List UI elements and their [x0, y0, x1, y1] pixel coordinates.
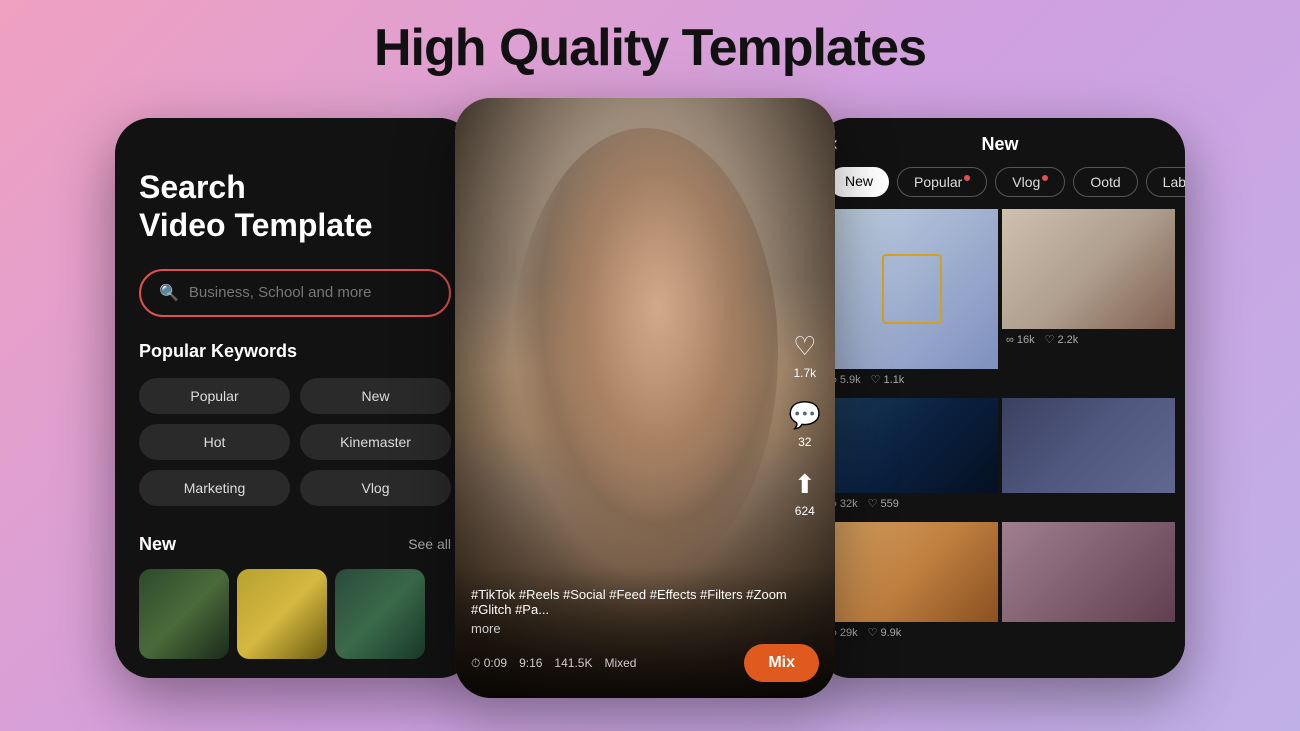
share-icon: ⬆ [794, 469, 816, 500]
content-grid: ∞ 5.9k ♡ 1.1k ∞ [815, 209, 1185, 647]
search-icon: 🔍 [159, 283, 179, 303]
new-section-header: New See all [139, 534, 451, 555]
phones-container: SearchVideo Template 🔍 Business, School … [0, 98, 1300, 698]
keyword-popular[interactable]: Popular [139, 378, 290, 414]
search-title: SearchVideo Template [139, 168, 451, 245]
likes-count-1: 1.1k [884, 374, 905, 386]
phone-video: ♡ 1.7k 💬 32 ⬆ 624 #TikTok #Reels #Social… [455, 98, 835, 698]
tab-new[interactable]: New [829, 167, 889, 197]
heart-icon-s5: ♡ [868, 626, 878, 639]
video-type: Mixed [604, 656, 636, 670]
views-count-1: 5.9k [840, 374, 861, 386]
thumbnail-1[interactable] [139, 569, 229, 659]
like-action[interactable]: ♡ 1.7k [793, 331, 816, 380]
thumbnail-2[interactable] [237, 569, 327, 659]
tab-ootd[interactable]: Ootd [1073, 167, 1137, 197]
views-count-2: 16k [1017, 334, 1035, 346]
video-info: ⏱ 0:09 9:16 141.5K Mixed [471, 656, 636, 671]
tab-popular[interactable]: Popular [897, 167, 987, 197]
video-bottom-info: #TikTok #Reels #Social #Feed #Effects #F… [455, 567, 835, 698]
phone3-header: ‹ New [815, 118, 1185, 167]
share-count: 624 [795, 504, 815, 518]
loop-icon-2: ∞ [1006, 334, 1014, 346]
comment-icon: 💬 [789, 400, 821, 431]
see-all-link[interactable]: See all [408, 536, 451, 552]
popular-keywords-title: Popular Keywords [139, 341, 451, 362]
video-meta: ⏱ 0:09 9:16 141.5K Mixed Mix [471, 644, 819, 682]
video-tags: #TikTok #Reels #Social #Feed #Effects #F… [471, 587, 819, 617]
keyword-grid: Popular New Hot Kinemaster Marketing Vlo… [139, 378, 451, 506]
mix-button[interactable]: Mix [744, 644, 819, 682]
video-resolution: 9:16 [519, 656, 542, 670]
video-duration: ⏱ 0:09 [471, 656, 507, 671]
views-count-3: 32k [840, 498, 858, 510]
keyword-kinemaster[interactable]: Kinemaster [300, 424, 451, 460]
grid-stats-1: ∞ 5.9k ♡ 1.1k [825, 369, 998, 394]
grid-item-2[interactable]: ∞ 16k ♡ 2.2k [1002, 209, 1175, 394]
views-count-5: 29k [840, 627, 858, 639]
grid-item-4[interactable] [1002, 398, 1175, 518]
page-title: High Quality Templates [374, 18, 926, 78]
keyword-new[interactable]: New [300, 378, 451, 414]
grid-item-6[interactable] [1002, 522, 1175, 647]
video-more[interactable]: more [471, 621, 819, 636]
phone-grid: ‹ New New Popular Vlog Ootd Lab [815, 118, 1185, 678]
filter-tabs: New Popular Vlog Ootd Lab [815, 167, 1185, 209]
grid-item-5[interactable]: ∞ 29k ♡ 9.9k [825, 522, 998, 647]
tab-lab[interactable]: Lab [1146, 167, 1185, 197]
grid-item-1[interactable]: ∞ 5.9k ♡ 1.1k [825, 209, 998, 394]
header-title: New [981, 134, 1018, 155]
heart-icon-s2: ♡ [1045, 333, 1055, 346]
search-placeholder-text: Business, School and more [189, 284, 372, 301]
tab-vlog[interactable]: Vlog [995, 167, 1065, 197]
video-views: 141.5K [554, 656, 592, 670]
video-actions: ♡ 1.7k 💬 32 ⬆ 624 [789, 331, 821, 518]
grid-stats-5: ∞ 29k ♡ 9.9k [825, 622, 998, 647]
keyword-hot[interactable]: Hot [139, 424, 290, 460]
heart-icon-s1: ♡ [871, 373, 881, 386]
share-action[interactable]: ⬆ 624 [794, 469, 816, 518]
grid-stats-2: ∞ 16k ♡ 2.2k [1002, 329, 1175, 354]
heart-icon: ♡ [793, 331, 816, 362]
new-section-title: New [139, 534, 176, 555]
keyword-marketing[interactable]: Marketing [139, 470, 290, 506]
heart-icon-s3: ♡ [868, 497, 878, 510]
likes-count-2: 2.2k [1057, 334, 1078, 346]
face-frame-icon [882, 254, 942, 324]
phone-search: SearchVideo Template 🔍 Business, School … [115, 118, 475, 678]
new-thumbnails-row [139, 569, 451, 659]
comment-count: 32 [798, 435, 811, 449]
search-bar[interactable]: 🔍 Business, School and more [139, 269, 451, 317]
grid-item-3[interactable]: ∞ 32k ♡ 559 [825, 398, 998, 518]
comment-action[interactable]: 💬 32 [789, 400, 821, 449]
likes-count-3: 559 [880, 498, 898, 510]
grid-stats-3: ∞ 32k ♡ 559 [825, 493, 998, 518]
likes-count-5: 9.9k [880, 627, 901, 639]
thumbnail-3[interactable] [335, 569, 425, 659]
like-count: 1.7k [793, 366, 816, 380]
keyword-vlog[interactable]: Vlog [300, 470, 451, 506]
grid-stats-4 [1002, 493, 1175, 505]
face-highlight [512, 128, 778, 578]
